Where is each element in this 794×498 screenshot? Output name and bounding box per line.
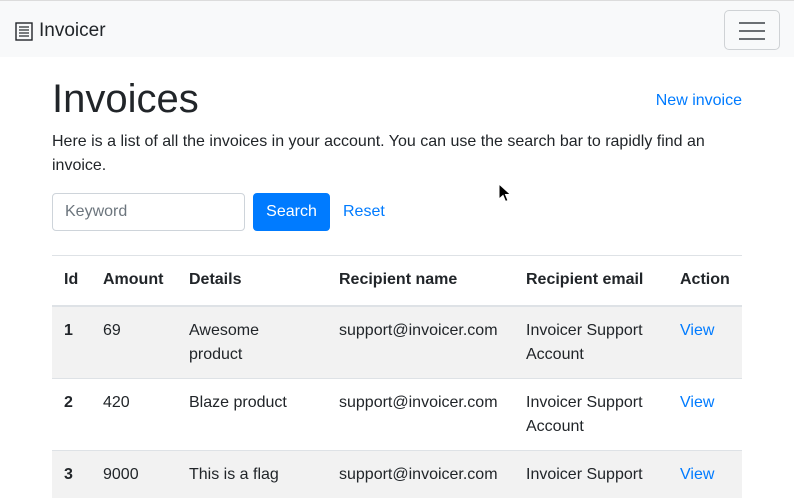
new-invoice-link[interactable]: New invoice [656, 92, 742, 110]
navbar: Invoicer [0, 0, 794, 57]
table-row: 2 420 Blaze product support@invoicer.com… [52, 377, 742, 450]
cell-amount: 69 [91, 305, 177, 378]
cell-details: Blaze product [177, 377, 327, 450]
table-header-row: Id Amount Details Recipient name Recipie… [52, 255, 742, 307]
cell-id: 1 [52, 305, 91, 378]
search-button[interactable]: Search [253, 193, 330, 231]
search-input[interactable] [52, 193, 245, 231]
mouse-cursor-icon [498, 183, 512, 203]
cell-id: 3 [52, 449, 91, 498]
header-id: Id [52, 255, 91, 307]
view-link[interactable]: View [680, 322, 714, 339]
cell-amount: 420 [91, 377, 177, 450]
cell-id: 2 [52, 377, 91, 450]
view-link[interactable]: View [680, 466, 714, 483]
reset-link[interactable]: Reset [343, 203, 385, 221]
view-link[interactable]: View [680, 394, 714, 411]
brand-name: Invoicer [39, 20, 106, 41]
header-recipient-email: Recipient email [514, 255, 668, 307]
cell-action: View [668, 449, 742, 498]
cell-recipient-email: Invoicer Support Account [514, 377, 668, 450]
cell-details: This is a flag [177, 449, 327, 498]
cell-recipient-email: Invoicer Support Account [514, 305, 668, 378]
invoices-table: Id Amount Details Recipient name Recipie… [52, 255, 742, 498]
header-action: Action [668, 255, 742, 307]
cell-amount: 9000 [91, 449, 177, 498]
cell-details: Awesome product [177, 305, 327, 378]
table-row: 3 9000 This is a flag support@invoicer.c… [52, 449, 742, 498]
cell-action: View [668, 305, 742, 378]
brand-link[interactable]: Invoicer [14, 17, 106, 45]
hamburger-menu-icon [739, 22, 765, 24]
page-title: Invoices [52, 77, 199, 121]
hamburger-menu-button[interactable] [724, 10, 780, 50]
header-amount: Amount [91, 255, 177, 307]
cell-recipient-name: support@invoicer.com [327, 305, 514, 378]
cell-recipient-email: Invoicer Support [514, 449, 668, 498]
header-details: Details [177, 255, 327, 307]
cell-recipient-name: support@invoicer.com [327, 377, 514, 450]
cell-action: View [668, 377, 742, 450]
header-recipient-name: Recipient name [327, 255, 514, 307]
table-row: 1 69 Awesome product support@invoicer.co… [52, 305, 742, 378]
cell-recipient-name: support@invoicer.com [327, 449, 514, 498]
intro-text: Here is a list of all the invoices in yo… [52, 133, 705, 174]
receipt-icon [15, 22, 33, 41]
